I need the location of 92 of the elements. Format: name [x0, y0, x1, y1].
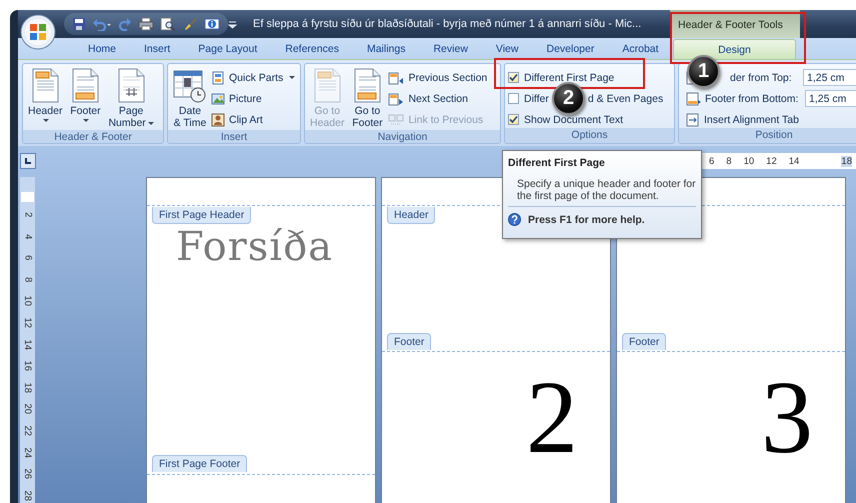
ribbon-button[interactable]: Footer — [66, 67, 104, 130]
ruler-number: 22 — [21, 425, 34, 436]
header-tag: First Page Header — [152, 207, 252, 224]
ribbon-tab[interactable]: Developer — [532, 38, 608, 59]
info-icon — [204, 17, 220, 31]
ruler-number: 18 — [841, 156, 852, 166]
ruler-number: 14 — [21, 339, 34, 350]
next-section-icon — [388, 92, 404, 106]
checkbox[interactable] — [508, 93, 519, 104]
footer-tag: First Page Footer — [152, 455, 248, 472]
window-title: Ef sleppa á fyrstu síðu úr blaðsíðutali - byrja með númer 1 á annarri síðu - Mic... — [253, 18, 642, 30]
ribbon-button[interactable]: Next Section — [388, 90, 490, 107]
ruler-margin — [21, 192, 34, 202]
field-label: der from Top: — [729, 72, 793, 84]
document-parts-icon — [211, 70, 225, 84]
ribbon-button[interactable]: Header — [26, 67, 64, 130]
header-tag: Header — [387, 207, 436, 224]
previous-section-icon — [388, 70, 404, 84]
print-preview-icon — [160, 17, 176, 31]
option-label: Show Document Text — [524, 114, 624, 126]
ribbon-tab[interactable]: Mailings — [352, 38, 420, 59]
ribbon-button[interactable]: Page Number — [106, 67, 156, 130]
ruler-number: 10 — [744, 156, 754, 166]
page-number: 3 — [761, 360, 813, 475]
ribbon-button[interactable]: Go to Footer — [348, 67, 386, 130]
ruler-number: 16 — [21, 360, 34, 372]
ruler-number: 24 — [21, 447, 34, 458]
group-label: Position — [679, 128, 856, 143]
ribbon-button[interactable]: Previous Section — [388, 69, 490, 86]
brush-icon — [182, 17, 198, 31]
ruler-number: 6 — [709, 156, 714, 166]
option-label: d & Even Pages — [588, 92, 664, 104]
ribbon-tab[interactable]: Review — [419, 38, 482, 59]
checkbox[interactable] — [508, 114, 519, 125]
undo-icon — [92, 17, 112, 31]
ruler-number: 26 — [21, 468, 34, 480]
ruler-number: 8 — [726, 156, 732, 166]
footer-tag: Footer — [622, 333, 666, 350]
ribbon-tab[interactable]: Insert — [130, 38, 184, 59]
tab-stop-icon — [24, 157, 32, 165]
field-label: Footer from Bottom: — [705, 92, 800, 104]
ruler-number: 20 — [21, 404, 34, 414]
ruler-number: 28 — [21, 490, 34, 501]
group-label: Header & Footer — [23, 130, 163, 143]
printer-icon — [138, 17, 154, 31]
picture-icon — [211, 92, 225, 106]
ribbon-button[interactable]: Clip Art — [211, 111, 298, 128]
office-button[interactable] — [20, 14, 56, 50]
link-icon — [388, 112, 404, 126]
ruler-number: 14 — [788, 156, 800, 166]
ribbon-button[interactable]: Picture — [211, 90, 298, 107]
group-label: Insert — [168, 130, 300, 143]
ribbon-tab[interactable]: Home — [74, 38, 130, 59]
ruler-number: 4 — [21, 234, 34, 240]
ruler-number: 12 — [766, 156, 777, 166]
clip-art-icon — [211, 112, 225, 126]
ribbon-button[interactable]: Insert Alignment Tab — [686, 111, 856, 128]
ribbon-button[interactable]: Quick Parts — [211, 69, 298, 86]
group-label: Navigation — [305, 130, 500, 143]
ribbon-tab[interactable]: Page Layout — [184, 38, 272, 59]
redo-icon — [118, 17, 132, 31]
ruler-number: 12 — [21, 317, 34, 328]
option-label: Different First Page — [524, 72, 614, 84]
help-icon — [508, 213, 521, 226]
ruler-number: 10 — [21, 296, 34, 306]
tab-selector-button[interactable] — [20, 153, 36, 169]
ribbon-tab[interactable]: Acrobat — [608, 38, 673, 59]
tooltip-title: Different First Page — [508, 157, 606, 169]
ribbon-tab[interactable]: View — [482, 38, 532, 59]
ribbon-tab[interactable]: Design — [673, 39, 796, 59]
input-field[interactable]: 1,25 cm — [803, 69, 856, 86]
footer-position-icon — [686, 92, 702, 106]
option-label: Differ — [524, 92, 549, 104]
ruler-number: 18 — [21, 382, 34, 393]
page-title: Forsíða — [176, 224, 334, 270]
ribbon-tab[interactable]: References — [271, 38, 353, 59]
ruler-number: 6 — [21, 255, 34, 261]
tooltip-text: Specify a unique header and footer for the first page of the document. — [517, 178, 696, 202]
group-label: Options — [505, 128, 674, 143]
ribbon-button[interactable]: Date & Time — [171, 67, 209, 130]
align-tab-icon — [686, 112, 700, 126]
input-field[interactable]: 1,25 cm — [805, 90, 856, 107]
help-hint: Press F1 for more help. — [528, 214, 645, 226]
contextual-tab-title: Header & Footer Tools — [670, 10, 800, 38]
ruler-number: 2 — [21, 212, 34, 218]
customize-toolbar-icon — [228, 19, 237, 29]
footer-tag: Footer — [387, 333, 432, 350]
page-number: 2 — [526, 360, 578, 475]
ruler-number: 8 — [21, 276, 34, 282]
save-icon — [72, 17, 86, 31]
calendar-clock-icon — [173, 68, 207, 103]
checkbox[interactable] — [508, 72, 519, 83]
